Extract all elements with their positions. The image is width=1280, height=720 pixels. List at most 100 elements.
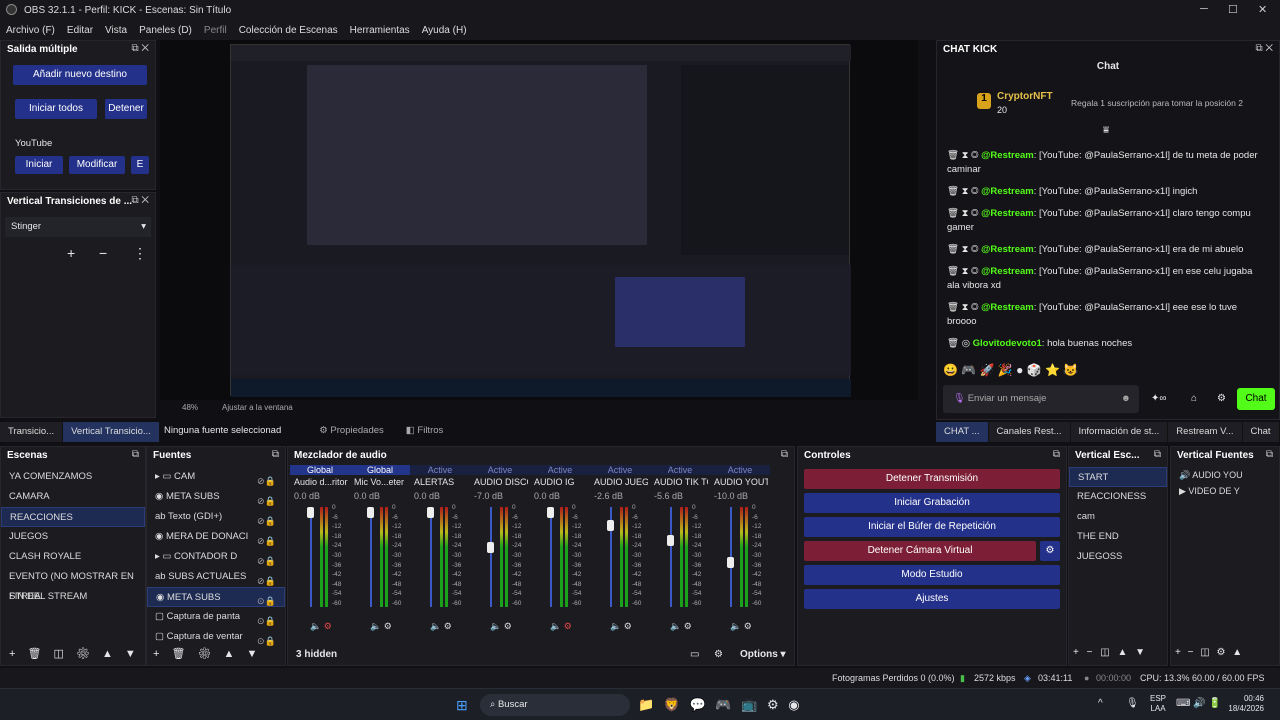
- fader-handle[interactable]: [547, 507, 554, 518]
- chat-user[interactable]: @Restream: [981, 150, 1034, 161]
- dock-icon[interactable]: ⧉: [1266, 449, 1273, 460]
- volume-fader[interactable]: [430, 507, 432, 607]
- tab-canales[interactable]: Canales Rest...: [988, 422, 1071, 442]
- vscene-toolbar-icon[interactable]: + − ◫ ▲ ▼: [1073, 647, 1145, 658]
- scene-item[interactable]: JUEGOS: [1, 527, 145, 547]
- chat-input[interactable]: 🎙 Enviar un mensaje ☻: [943, 385, 1139, 413]
- close-icon[interactable]: ✕: [1258, 3, 1267, 16]
- stop-all-button[interactable]: Detener: [105, 99, 147, 119]
- vscene-item[interactable]: THE END: [1069, 527, 1167, 547]
- vscene-item[interactable]: START: [1069, 467, 1167, 487]
- replay-buffer-button[interactable]: Iniciar el Búfer de Repetición: [804, 517, 1060, 537]
- add-destination-button[interactable]: Añadir nuevo destino: [13, 65, 147, 85]
- scene-item[interactable]: EVENTO (NO MOSTRAR EN STREA: [1, 567, 145, 602]
- mute-icon[interactable]: 🔈 ⚙: [730, 621, 752, 632]
- volume-fader[interactable]: [670, 507, 672, 607]
- taskbar-search[interactable]: ⌕ Buscar: [480, 694, 630, 716]
- menu-paneles[interactable]: Paneles (D): [139, 25, 192, 36]
- close-icon[interactable]: ⧉ ✕: [1255, 43, 1273, 54]
- preview-area[interactable]: 48% Ajustar a la ventana: [160, 40, 918, 412]
- volume-fader[interactable]: [310, 507, 312, 607]
- dock-icon[interactable]: ⧉: [272, 449, 279, 460]
- tab-vertical-transiciones[interactable]: Vertical Transicio...: [63, 422, 160, 442]
- fader-handle[interactable]: [367, 507, 374, 518]
- preview-canvas[interactable]: [230, 44, 851, 397]
- pin-icon[interactable]: ⩸: [1103, 125, 1109, 136]
- dock-icon[interactable]: ⧉: [1154, 449, 1161, 460]
- stop-virtualcam-button[interactable]: Detener Cámara Virtual: [804, 541, 1036, 561]
- add-icon[interactable]: +: [67, 245, 75, 261]
- chat-user[interactable]: @Restream: [981, 208, 1034, 219]
- menu-perfil[interactable]: Perfil: [204, 25, 227, 36]
- vsource-item[interactable]: ▶ VIDEO DE Y: [1171, 483, 1279, 499]
- mute-icon[interactable]: 🔈 ⚙: [370, 621, 392, 632]
- mute-icon[interactable]: 🔈 ⚙: [550, 621, 572, 632]
- stop-stream-button[interactable]: Detener Transmisión: [804, 469, 1060, 489]
- mixer-settings-icon[interactable]: ⚙: [714, 649, 723, 660]
- menu-editar[interactable]: Editar: [67, 25, 93, 36]
- modify-button[interactable]: Modificar: [69, 156, 125, 174]
- scene-item[interactable]: FIN DEL STREAM: [1, 587, 145, 607]
- edit-button[interactable]: E: [131, 156, 149, 174]
- menu-archivo[interactable]: Archivo (F): [6, 25, 55, 36]
- maximize-icon[interactable]: ☐: [1228, 3, 1238, 16]
- vsource-toolbar-icon[interactable]: + − ◫ ⚙ ▲: [1175, 647, 1242, 658]
- dock-icon[interactable]: ⧉: [132, 449, 139, 460]
- fader-handle[interactable]: [667, 535, 674, 546]
- menu-coleccion[interactable]: Colección de Escenas: [239, 25, 338, 36]
- network-icon[interactable]: ⌨ 🔊 🔋: [1176, 698, 1221, 709]
- transition-select[interactable]: Stinger ▾: [5, 217, 151, 237]
- chat-user[interactable]: Glovitodevoto1: [973, 338, 1042, 349]
- source-toolbar-icon[interactable]: + 🗑 ⚙ ▲ ▼: [153, 647, 257, 660]
- vscene-item[interactable]: cam: [1069, 507, 1167, 527]
- minimize-icon[interactable]: ─: [1200, 3, 1208, 15]
- settings-button[interactable]: Ajustes: [804, 589, 1060, 609]
- menu-herramientas[interactable]: Herramientas: [350, 25, 410, 36]
- scene-item[interactable]: YA COMENZAMOS: [1, 467, 145, 487]
- windows-icon[interactable]: ⊞: [456, 697, 468, 714]
- mic-tray-icon[interactable]: 🎙: [1126, 698, 1139, 709]
- scene-item[interactable]: CLASH ROYALE: [1, 547, 145, 567]
- mute-icon[interactable]: 🔈 ⚙: [490, 621, 512, 632]
- tab-restream[interactable]: Restream V...: [1168, 422, 1243, 442]
- taskbar-apps-icon[interactable]: 📁 🦁 💬 🎮 📺 ⚙ ◉: [638, 697, 800, 713]
- vsource-item[interactable]: 🔊 AUDIO YOU: [1171, 467, 1279, 483]
- mute-icon[interactable]: 🔈 ⚙: [670, 621, 692, 632]
- mute-icon[interactable]: 🔈 ⚙: [610, 621, 632, 632]
- fit-label[interactable]: Ajustar a la ventana: [222, 403, 293, 412]
- volume-fader[interactable]: [490, 507, 492, 607]
- fader-handle[interactable]: [487, 542, 494, 553]
- fader-handle[interactable]: [607, 520, 614, 531]
- tab-transiciones[interactable]: Transicio...: [0, 422, 64, 442]
- dock-icon[interactable]: ⧉: [1053, 449, 1060, 460]
- visibility-lock-icon[interactable]: ⊘🔒 ⊘🔒 ⊘🔒 ⊘🔒 ⊘🔒 ⊘🔒 ⊙🔒 ⊙🔒 ⊙🔒: [257, 471, 276, 651]
- points-icon[interactable]: ✦∞: [1151, 393, 1167, 404]
- mute-icon[interactable]: 🔈 ⚙: [430, 621, 452, 632]
- close-icon[interactable]: ⧉ ✕: [131, 195, 149, 206]
- emote-row-icon[interactable]: 😀 🎮 🚀 🎉 ● 🎲 ⭐ 😺: [943, 363, 1078, 377]
- scene-toolbar-icon[interactable]: + 🗑 ◫ ⚙ ▲ ▼: [9, 647, 136, 660]
- start-all-button[interactable]: Iniciar todos: [15, 99, 97, 119]
- close-icon[interactable]: ⧉ ✕: [131, 43, 149, 54]
- start-button[interactable]: Iniciar: [15, 156, 63, 174]
- fader-handle[interactable]: [307, 507, 314, 518]
- chat-user[interactable]: @Restream: [981, 186, 1034, 197]
- emoji-icon[interactable]: ☻: [1121, 393, 1131, 404]
- fader-handle[interactable]: [427, 507, 434, 518]
- menu-ayuda[interactable]: Ayuda (H): [422, 25, 467, 36]
- mute-icon[interactable]: 🔈 ⚙: [310, 621, 332, 632]
- menu-vista[interactable]: Vista: [105, 25, 127, 36]
- vcam-settings-icon[interactable]: ⚙: [1040, 541, 1060, 561]
- properties-button[interactable]: ⚙ Propiedades: [319, 425, 384, 436]
- clock[interactable]: 00:46 18/4/2026: [1224, 694, 1264, 714]
- vscene-item[interactable]: JUEGOSS: [1069, 547, 1167, 567]
- options-button[interactable]: Options ▾: [740, 649, 786, 660]
- volume-fader[interactable]: [370, 507, 372, 607]
- start-recording-button[interactable]: Iniciar Grabación: [804, 493, 1060, 513]
- language-indicator[interactable]: ESP LAA: [1150, 694, 1166, 714]
- dock-icon[interactable]: ⧉: [781, 449, 788, 460]
- studio-mode-button[interactable]: Modo Estudio: [804, 565, 1060, 585]
- mixer-layout-icon[interactable]: ▭: [690, 649, 699, 660]
- volume-fader[interactable]: [550, 507, 552, 607]
- vscene-item[interactable]: REACCIONESS: [1069, 487, 1167, 507]
